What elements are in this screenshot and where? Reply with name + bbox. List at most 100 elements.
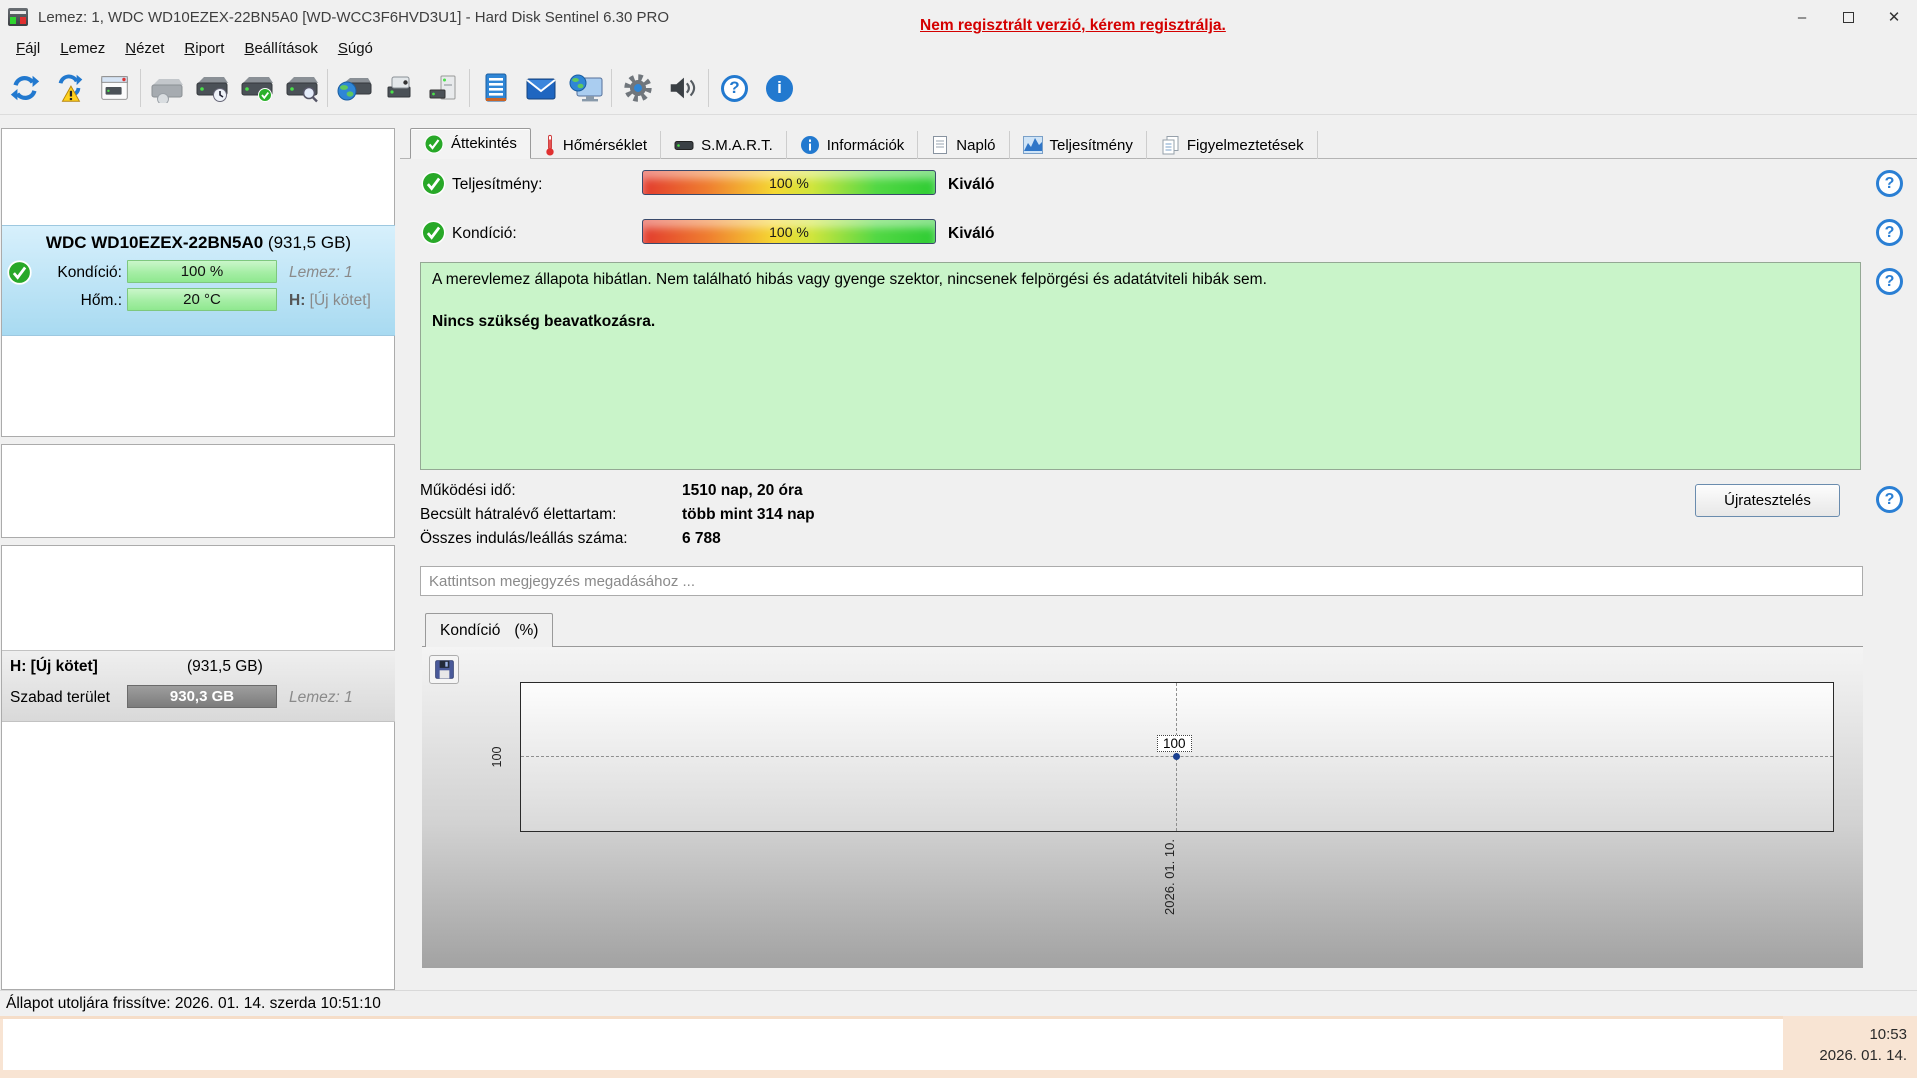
- device-camera-icon[interactable]: [376, 65, 421, 111]
- help-icon[interactable]: ?: [1876, 219, 1903, 246]
- refresh-icon[interactable]: [2, 65, 47, 111]
- disk-condition-label: Kondíció:: [57, 264, 122, 281]
- volume-title: H: [Új kötet]: [10, 658, 98, 675]
- health-status-box: A merevlemez állapota hibátlan. Nem talá…: [420, 262, 1861, 470]
- floppy-icon: [434, 660, 454, 679]
- stat-label: Összes indulás/leállás száma:: [420, 530, 628, 547]
- chart-tab-condition[interactable]: Kondíció (%): [425, 613, 554, 647]
- performance-bar: 100 %: [642, 170, 936, 195]
- volume-disk-number: Lemez: 1: [289, 689, 353, 706]
- menu-view[interactable]: Nézet: [115, 40, 174, 57]
- disk-network-icon[interactable]: [331, 65, 376, 111]
- tab-label: Információk: [826, 136, 905, 154]
- tab-temperature[interactable]: Hőmérséklet: [531, 131, 662, 159]
- save-chart-button[interactable]: [429, 655, 459, 684]
- close-button[interactable]: ✕: [1871, 0, 1917, 34]
- chart-x-tick: 2026. 01. 10.: [1162, 839, 1177, 915]
- toolbar-separator: [327, 69, 328, 107]
- disk-volume-name: [Új kötet]: [309, 292, 371, 309]
- tab-label: Napló: [956, 136, 996, 154]
- window-title: Lemez: 1, WDC WD10EZEX-22BN5A0 [WD-WCC3F…: [38, 8, 670, 26]
- disk-temp-bar: 20 °C: [127, 288, 277, 311]
- tab-label: S.M.A.R.T.: [701, 136, 773, 154]
- disk-icon: [674, 141, 694, 150]
- menu-settings[interactable]: Beállítások: [234, 40, 327, 57]
- disk-temp-label: Hőm.:: [80, 292, 122, 309]
- chart-tab-unit: (%): [514, 621, 539, 639]
- maximize-button[interactable]: [1825, 0, 1871, 34]
- window-controls: – ✕: [1779, 0, 1917, 34]
- computer-disk-icon[interactable]: [421, 65, 466, 111]
- check-circle-icon: [421, 220, 446, 245]
- disk-accept-icon[interactable]: [234, 65, 279, 111]
- stat-value: több mint 314 nap: [682, 506, 815, 523]
- check-circle-icon: [7, 260, 32, 285]
- tab-smart[interactable]: S.M.A.R.T.: [661, 131, 787, 159]
- menu-disk[interactable]: Lemez: [50, 40, 115, 57]
- toolbar-separator: [469, 69, 470, 107]
- stat-value: 6 788: [682, 530, 721, 547]
- status-bar: Állapot utoljára frissítve: 2026. 01. 14…: [0, 990, 1917, 1016]
- disk-title: WDC WD10EZEX-22BN5A0 (931,5 GB): [2, 226, 395, 253]
- tab-strip: Áttekintés Hőmérséklet S.M.A.R.T. Inform…: [410, 128, 1318, 159]
- refresh-warning-icon[interactable]: [47, 65, 92, 111]
- volume-list-panel: [1, 545, 395, 990]
- thermometer-icon: [546, 134, 554, 156]
- menu-report[interactable]: Riport: [174, 40, 234, 57]
- menu-file[interactable]: Fájl: [6, 40, 50, 57]
- tab-alerts[interactable]: Figyelmeztetések: [1147, 131, 1318, 159]
- notes-icon[interactable]: [473, 65, 518, 111]
- check-circle-icon: [424, 134, 444, 153]
- volume-list-item[interactable]: H: [Új kötet] (931,5 GB) Szabad terület …: [2, 650, 395, 722]
- chart-point-label: 100: [1157, 735, 1192, 752]
- info-glyph: i: [766, 74, 793, 102]
- page-icon: [933, 136, 948, 154]
- menu-bar: Fájl Lemez Nézet Riport Beállítások Súgó: [0, 34, 1917, 62]
- help-glyph: ?: [721, 74, 748, 102]
- tab-log[interactable]: Napló: [918, 131, 1010, 159]
- chart-y-tick: 100: [490, 746, 504, 768]
- comment-input[interactable]: [420, 566, 1863, 596]
- help-icon[interactable]: ?: [712, 65, 757, 111]
- status-text: Állapot utoljára frissítve: 2026. 01. 14…: [6, 995, 381, 1012]
- disk-list-item-selected[interactable]: WDC WD10EZEX-22BN5A0 (931,5 GB) Kondíció…: [2, 225, 395, 336]
- performance-label: Teljesítmény:: [452, 176, 543, 193]
- register-notice-link[interactable]: Nem regisztrált verzió, kérem regisztrál…: [920, 17, 1226, 35]
- chart-plot-area[interactable]: 100: [520, 682, 1834, 832]
- help-icon[interactable]: ?: [1876, 170, 1903, 197]
- tab-label: Hőmérséklet: [562, 136, 648, 154]
- tab-overview[interactable]: Áttekintés: [410, 128, 531, 159]
- toolbar: ? i: [0, 62, 1917, 115]
- gear-icon[interactable]: [615, 65, 660, 111]
- disk-disabled-icon[interactable]: [144, 65, 189, 111]
- chart-tab-label: Kondíció: [440, 621, 501, 639]
- menu-help[interactable]: Súgó: [328, 40, 383, 57]
- taskbar-bottom-border: [3, 1070, 1783, 1078]
- tab-performance[interactable]: Teljesítmény: [1010, 131, 1147, 159]
- speaker-icon[interactable]: [660, 65, 705, 111]
- area-chart-icon: [1022, 136, 1043, 154]
- web-monitor-icon[interactable]: [563, 65, 608, 111]
- minimize-button[interactable]: –: [1779, 0, 1825, 34]
- volume-capacity: (931,5 GB): [187, 658, 263, 675]
- taskbar[interactable]: [3, 1019, 1783, 1070]
- check-circle-icon: [421, 171, 446, 196]
- clock-date: 2026. 01. 14.: [1819, 1047, 1907, 1064]
- tab-information[interactable]: Információk: [787, 131, 919, 159]
- condition-rating: Kiváló: [948, 225, 995, 242]
- disk-capacity: (931,5 GB): [267, 233, 352, 252]
- help-icon[interactable]: ?: [1876, 268, 1903, 295]
- help-icon[interactable]: ?: [1876, 486, 1903, 513]
- volume-free-bar: 930,3 GB: [127, 685, 277, 708]
- info-icon[interactable]: i: [757, 65, 802, 111]
- disk-search-icon[interactable]: [279, 65, 324, 111]
- retest-button[interactable]: Újratesztelés: [1695, 484, 1840, 517]
- report-window-icon[interactable]: [92, 65, 137, 111]
- disk-condition-bar: 100 %: [127, 260, 277, 283]
- stat-label: Becsült hátralévő élettartam:: [420, 506, 617, 523]
- mail-icon[interactable]: [518, 65, 563, 111]
- taskbar-clock[interactable]: 10:53 2026. 01. 14.: [1783, 1016, 1917, 1078]
- disk-schedule-icon[interactable]: [189, 65, 234, 111]
- info-circle-icon: [800, 136, 819, 154]
- tab-label: Áttekintés: [451, 135, 517, 152]
